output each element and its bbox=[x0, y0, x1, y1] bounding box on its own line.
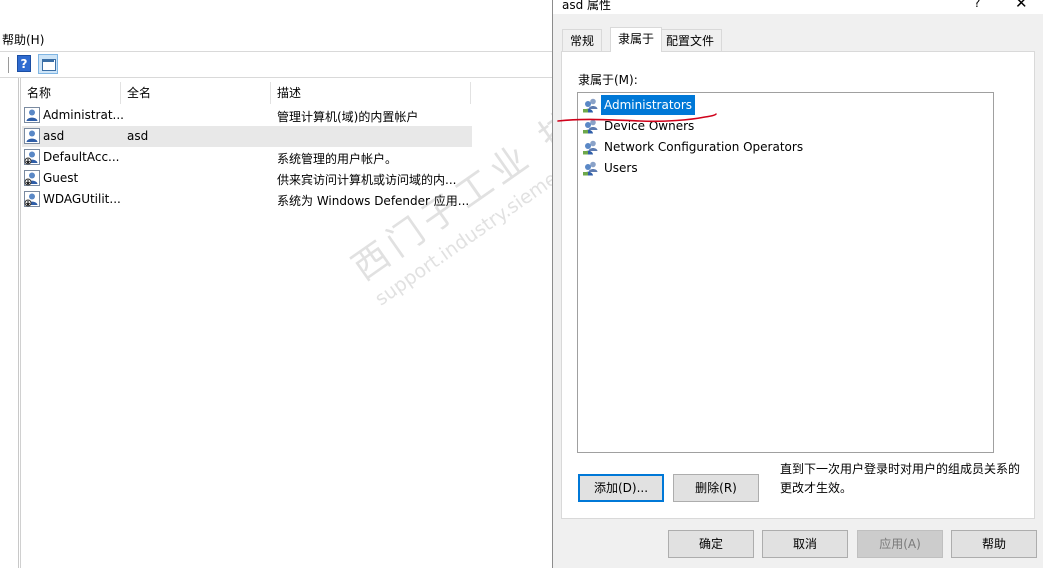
disabled-user-icon bbox=[24, 149, 40, 165]
user-fullname-cell: asd bbox=[127, 129, 149, 143]
user-name-cell: asd bbox=[43, 129, 65, 143]
user-name-cell: Administrat... bbox=[43, 108, 124, 122]
column-header-fullname[interactable]: 全名 bbox=[127, 84, 151, 101]
toolbar: ? bbox=[0, 51, 555, 78]
disabled-user-icon bbox=[24, 170, 40, 186]
user-icon bbox=[24, 128, 40, 144]
title-bar: asd 属性 ? ✕ bbox=[553, 0, 1043, 14]
user-properties-dialog: asd 属性 ? ✕ 常规 隶属于 配置文件 隶属于(M): Administr… bbox=[552, 0, 1043, 568]
table-row[interactable]: Guest 供来宾访问计算机或访问域的内... bbox=[22, 168, 472, 189]
toolbar-separator bbox=[8, 57, 9, 73]
tab-member-of[interactable]: 隶属于 bbox=[610, 27, 663, 52]
cancel-button[interactable]: 取消 bbox=[762, 530, 848, 558]
tab-general[interactable]: 常规 bbox=[562, 29, 603, 51]
column-divider[interactable] bbox=[120, 82, 121, 104]
ok-button[interactable]: 确定 bbox=[668, 530, 754, 558]
add-button[interactable]: 添加(D)... bbox=[578, 474, 664, 502]
column-header-description[interactable]: 描述 bbox=[277, 84, 301, 101]
local-users-window: 帮助(H) ? 名称 全名 描述 Administrat... 管理计算机(域)的… bbox=[0, 0, 555, 568]
show-hide-pane-icon[interactable] bbox=[38, 54, 58, 74]
help-button[interactable]: 帮助 bbox=[951, 530, 1037, 558]
group-name: Network Configuration Operators bbox=[604, 140, 804, 154]
remove-button[interactable]: 删除(R) bbox=[673, 474, 759, 502]
table-row[interactable]: asd asd bbox=[22, 126, 472, 147]
group-list[interactable]: Administrators Device Owners Network Confi… bbox=[577, 92, 994, 453]
group-name: Device Owners bbox=[604, 119, 695, 133]
help-icon[interactable]: ? bbox=[17, 55, 31, 72]
help-title-button[interactable]: ? bbox=[974, 0, 980, 10]
member-of-page: 隶属于(M): Administrators Device Owners Netwo… bbox=[561, 51, 1035, 519]
close-icon[interactable]: ✕ bbox=[1015, 0, 1028, 12]
column-header-name[interactable]: 名称 bbox=[27, 84, 51, 101]
user-description-cell: 管理计算机(域)的内置帐户 bbox=[277, 110, 419, 124]
user-description-cell: 系统管理的用户帐户。 bbox=[277, 152, 398, 166]
user-icon bbox=[24, 107, 40, 123]
user-description-cell: 系统为 Windows Defender 应用... bbox=[277, 194, 470, 208]
user-name-cell: DefaultAcc... bbox=[43, 150, 120, 164]
member-of-label: 隶属于(M): bbox=[578, 73, 638, 87]
group-icon bbox=[582, 118, 599, 134]
dialog-title: asd 属性 bbox=[562, 0, 612, 12]
apply-button: 应用(A) bbox=[857, 530, 943, 558]
table-row[interactable]: WDAGUtilit... 系统为 Windows Defender 应用... bbox=[22, 189, 472, 210]
table-row[interactable]: Administrat... 管理计算机(域)的内置帐户 bbox=[22, 105, 472, 126]
table-row[interactable]: DefaultAcc... 系统管理的用户帐户。 bbox=[22, 147, 472, 168]
membership-note: 直到下一次用户登录时对用户的组成员关系的更改才生效。 bbox=[780, 462, 1021, 495]
user-name-cell: Guest bbox=[43, 171, 79, 185]
tab-profile[interactable]: 配置文件 bbox=[658, 29, 723, 51]
user-name-cell: WDAGUtilit... bbox=[43, 192, 121, 206]
tree-pane bbox=[0, 78, 19, 568]
group-icon bbox=[582, 160, 599, 176]
group-icon bbox=[582, 139, 599, 155]
disabled-user-icon bbox=[24, 191, 40, 207]
column-divider[interactable] bbox=[270, 82, 271, 104]
column-divider[interactable] bbox=[470, 82, 471, 104]
group-name: Administrators bbox=[601, 95, 696, 115]
group-name: Users bbox=[604, 161, 638, 175]
group-icon bbox=[582, 97, 599, 113]
user-description-cell: 供来宾访问计算机或访问域的内... bbox=[277, 173, 457, 187]
menu-help[interactable]: 帮助(H) bbox=[2, 31, 44, 48]
